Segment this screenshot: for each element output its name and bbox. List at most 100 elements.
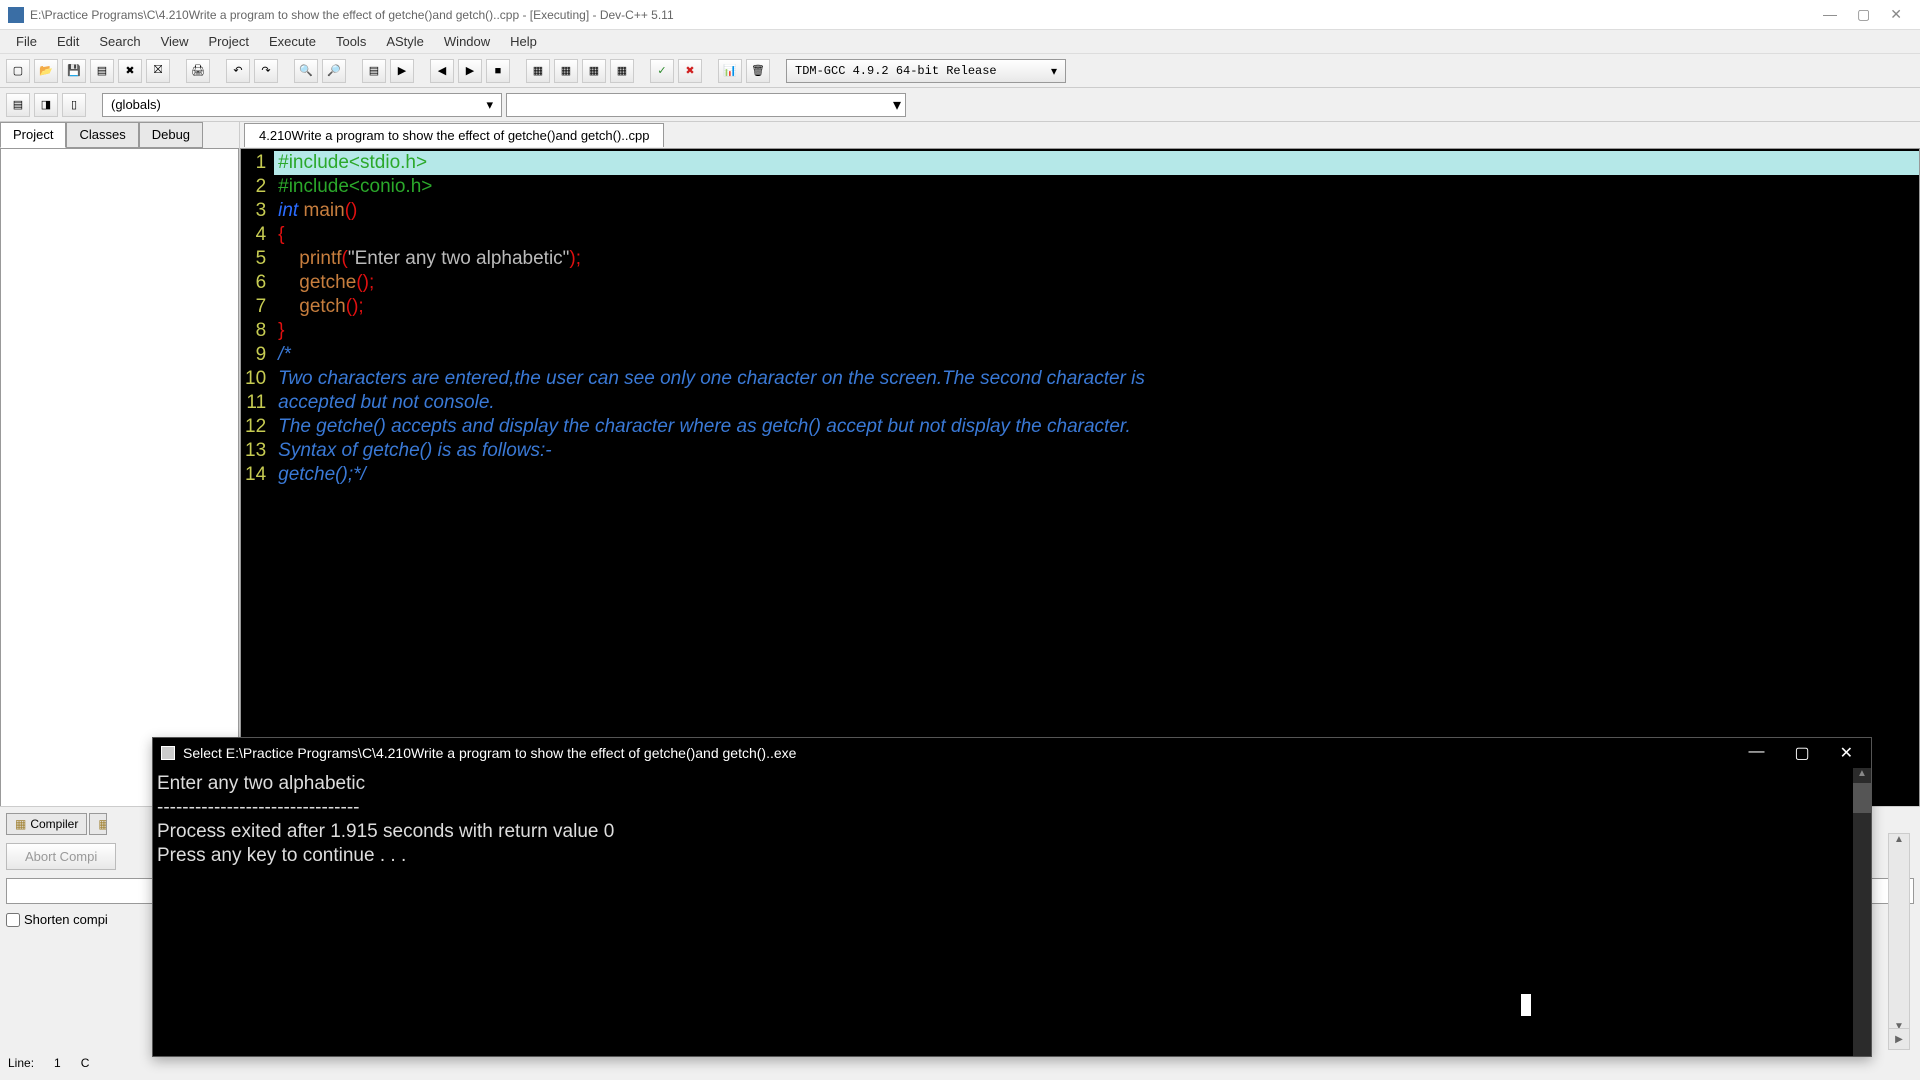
console-title: Select E:\Practice Programs\C\4.210Write…	[183, 745, 1748, 761]
dropdown-icon: ▾	[486, 97, 493, 113]
line-number: 5	[245, 247, 266, 271]
menu-help[interactable]: Help	[500, 31, 547, 52]
tab-debug[interactable]: Debug	[139, 122, 203, 148]
console-titlebar[interactable]: Select E:\Practice Programs\C\4.210Write…	[153, 738, 1871, 768]
tab-compiler[interactable]: ▦ Compiler	[6, 813, 87, 835]
scroll-right-icon[interactable]: ▶	[1888, 1028, 1910, 1050]
dropdown-icon: ▾	[1051, 64, 1057, 78]
symbol-select[interactable]: ▾	[506, 93, 906, 117]
status-line-value: 1	[54, 1056, 61, 1070]
code-line[interactable]: Two characters are entered,the user can …	[274, 367, 1919, 391]
code-line[interactable]: int main()	[274, 199, 1919, 223]
code-line[interactable]: }	[274, 319, 1919, 343]
code-line[interactable]: getche();*/	[274, 463, 1919, 487]
editor-vertical-scrollbar[interactable]: ▲ ▼	[1888, 833, 1910, 1033]
console-app-icon	[161, 746, 175, 760]
menu-window[interactable]: Window	[434, 31, 500, 52]
code-line[interactable]: #include<stdio.h>	[274, 151, 1919, 175]
line-number: 7	[245, 295, 266, 319]
console-body[interactable]: Enter any two alphabetic----------------…	[153, 768, 1871, 1056]
insert-button[interactable]: ◨	[34, 93, 58, 117]
undo-button[interactable]: ↶	[226, 59, 250, 83]
menu-file[interactable]: File	[6, 31, 47, 52]
menu-view[interactable]: View	[151, 31, 199, 52]
globals-label: (globals)	[111, 97, 161, 112]
save-all-button[interactable]: ▤	[90, 59, 114, 83]
editor-tab-active[interactable]: 4.210Write a program to show the effect …	[244, 123, 664, 147]
tab-project[interactable]: Project	[0, 122, 66, 148]
new-file-button[interactable]: ▢	[6, 59, 30, 83]
console-scrollbar[interactable]: ▲	[1853, 768, 1871, 1056]
window-title: E:\Practice Programs\C\4.210Write a prog…	[30, 8, 1823, 22]
run-button[interactable]: ▦	[554, 59, 578, 83]
back-button[interactable]: ◀	[430, 59, 454, 83]
delete-profile-button[interactable]: 🗑	[746, 59, 770, 83]
new-project-button[interactable]: ▤	[6, 93, 30, 117]
scroll-up-icon[interactable]: ▲	[1853, 768, 1871, 779]
code-line[interactable]: accepted but not console.	[274, 391, 1919, 415]
line-number: 3	[245, 199, 266, 223]
console-window-controls: — ▢ ✕	[1748, 743, 1853, 763]
console-line: Press any key to continue . . .	[157, 844, 1867, 868]
menu-search[interactable]: Search	[89, 31, 150, 52]
console-line: --------------------------------	[157, 796, 1867, 820]
debug-x-button[interactable]: ✖	[678, 59, 702, 83]
code-line[interactable]: #include<conio.h>	[274, 175, 1919, 199]
tab-classes[interactable]: Classes	[66, 122, 138, 148]
stop-button[interactable]: ■	[486, 59, 510, 83]
abort-compile-button[interactable]: Abort Compi	[6, 843, 116, 870]
console-maximize-button[interactable]: ▢	[1794, 743, 1809, 763]
code-line[interactable]: /*	[274, 343, 1919, 367]
code-line[interactable]: Syntax of getche() is as follows:-	[274, 439, 1919, 463]
compiler-profile-select[interactable]: TDM-GCC 4.9.2 64-bit Release ▾	[786, 59, 1066, 83]
forward-button[interactable]: ▶	[458, 59, 482, 83]
goto-button[interactable]: ▤	[362, 59, 386, 83]
line-number: 4	[245, 223, 266, 247]
grid-icon: ▦	[15, 817, 26, 831]
code-line[interactable]: getche();	[274, 271, 1919, 295]
line-number: 11	[245, 391, 266, 415]
code-line[interactable]: {	[274, 223, 1919, 247]
line-number: 10	[245, 367, 266, 391]
open-file-button[interactable]: 📂	[34, 59, 58, 83]
console-minimize-button[interactable]: —	[1748, 743, 1764, 763]
scroll-up-icon[interactable]: ▲	[1889, 834, 1909, 845]
close-all-button[interactable]: ⛝	[146, 59, 170, 83]
compile-run-button[interactable]: ▦	[582, 59, 606, 83]
code-line[interactable]: getch();	[274, 295, 1919, 319]
toggle-bookmark-button[interactable]: ▯	[62, 93, 86, 117]
print-button[interactable]: 🖨	[186, 59, 210, 83]
save-button[interactable]: 💾	[62, 59, 86, 83]
status-col-label: C	[81, 1056, 90, 1070]
menu-execute[interactable]: Execute	[259, 31, 326, 52]
shorten-checkbox[interactable]	[6, 913, 20, 927]
line-number: 12	[245, 415, 266, 439]
menu-tools[interactable]: Tools	[326, 31, 376, 52]
find-button[interactable]: 🔍	[294, 59, 318, 83]
compile-button[interactable]: ▦	[526, 59, 550, 83]
debug-check-button[interactable]: ✓	[650, 59, 674, 83]
status-line-label: Line:	[8, 1056, 34, 1070]
scrollbar-thumb[interactable]	[1853, 783, 1871, 813]
close-button[interactable]: ✕	[1890, 6, 1902, 23]
console-line: Process exited after 1.915 seconds with …	[157, 820, 1867, 844]
bookmark-button[interactable]: ▶	[390, 59, 414, 83]
console-line: Enter any two alphabetic	[157, 772, 1867, 796]
close-file-button[interactable]: ✖	[118, 59, 142, 83]
line-number: 2	[245, 175, 266, 199]
minimize-button[interactable]: —	[1823, 6, 1837, 23]
replace-button[interactable]: 🔎	[322, 59, 346, 83]
profile-button[interactable]: 📊	[718, 59, 742, 83]
menu-project[interactable]: Project	[199, 31, 259, 52]
console-close-button[interactable]: ✕	[1840, 743, 1853, 763]
redo-button[interactable]: ↷	[254, 59, 278, 83]
rebuild-button[interactable]: ▦	[610, 59, 634, 83]
compiler-profile-label: TDM-GCC 4.9.2 64-bit Release	[795, 64, 997, 78]
tab-resources[interactable]: ▦	[89, 813, 107, 835]
code-line[interactable]: The getche() accepts and display the cha…	[274, 415, 1919, 439]
code-line[interactable]: printf("Enter any two alphabetic");	[274, 247, 1919, 271]
menu-astyle[interactable]: AStyle	[376, 31, 434, 52]
maximize-button[interactable]: ▢	[1857, 6, 1870, 23]
globals-select[interactable]: (globals) ▾	[102, 93, 502, 117]
menu-edit[interactable]: Edit	[47, 31, 89, 52]
